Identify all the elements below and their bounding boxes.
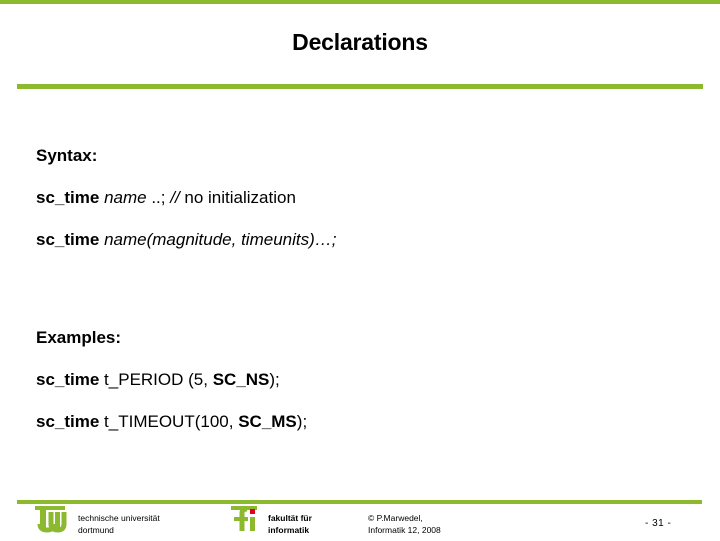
footer-faculty-line1: fakultät für bbox=[268, 513, 312, 523]
text-run-0: sc_time bbox=[36, 412, 100, 431]
footer: technische universität dortmund fakultät… bbox=[0, 504, 720, 540]
fakultaet-informatik-logo-icon bbox=[231, 506, 263, 536]
text-run-5: no initialization bbox=[179, 188, 296, 207]
text-run-2: SC_NS bbox=[212, 370, 270, 389]
text-run-2: name bbox=[104, 188, 147, 207]
text-run-2: SC_MS bbox=[238, 412, 297, 431]
top-accent-bar bbox=[0, 0, 720, 4]
syntax-line-1: sc_time name ..; // no initialization bbox=[36, 188, 686, 208]
example-line-1: sc_time t_PERIOD (5, SC_NS); bbox=[36, 370, 686, 390]
examples-heading: Examples: bbox=[36, 328, 122, 347]
slide-content: Syntax: sc_time name ..; // no initializ… bbox=[36, 146, 686, 432]
footer-university-line2: dortmund bbox=[78, 524, 114, 535]
syntax-heading: Syntax: bbox=[36, 146, 98, 165]
footer-faculty: fakultät für informatik bbox=[268, 513, 312, 536]
footer-copyright-line2: Informatik 12, 2008 bbox=[368, 524, 441, 535]
text-run-0: sc_time bbox=[36, 370, 100, 389]
footer-university-line1: technische universität bbox=[78, 513, 160, 523]
syntax-line-2: sc_time name(magnitude, timeunits)…; bbox=[36, 230, 686, 250]
text-run-1: t_TIMEOUT(100, bbox=[99, 412, 239, 431]
text-run-1: t_PERIOD (5, bbox=[99, 370, 213, 389]
page-title: Declarations bbox=[292, 29, 428, 55]
text-run-4: // bbox=[170, 188, 180, 207]
example-line-2: sc_time t_TIMEOUT(100, SC_MS); bbox=[36, 412, 686, 432]
text-run-0: sc_time bbox=[36, 188, 100, 207]
text-run-2: name(magnitude, timeunits)…; bbox=[104, 230, 337, 249]
text-run-3: ); bbox=[269, 370, 280, 389]
tu-dortmund-logo-icon bbox=[34, 506, 74, 536]
footer-copyright: © P.Marwedel, Informatik 12, 2008 bbox=[368, 513, 441, 536]
footer-copyright-line1: © P.Marwedel, bbox=[368, 513, 423, 523]
page-number: - 31 - bbox=[645, 518, 672, 529]
footer-university: technische universität dortmund bbox=[78, 513, 160, 536]
header-divider bbox=[17, 84, 703, 89]
text-run-0: sc_time bbox=[36, 230, 100, 249]
footer-faculty-line2: informatik bbox=[268, 524, 310, 535]
text-run-3: ); bbox=[296, 412, 308, 431]
text-run-3: ..; bbox=[146, 188, 171, 207]
